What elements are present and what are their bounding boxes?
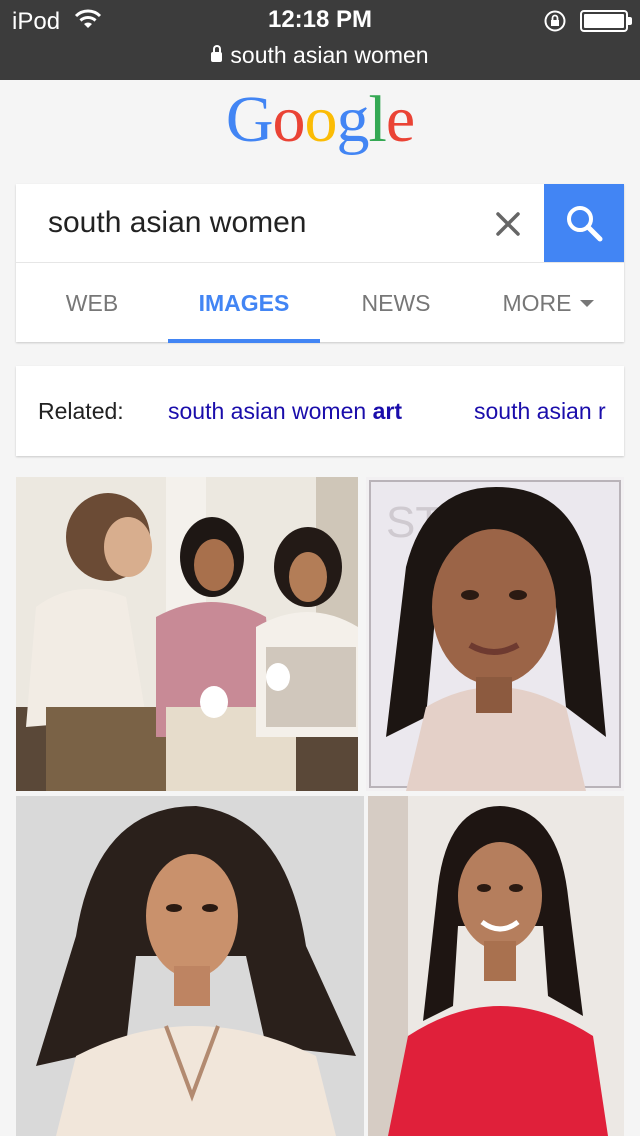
related-searches: Related: south asian women art south asi…: [16, 366, 624, 456]
related-suggestion-text: south asian r: [474, 398, 606, 424]
related-suggestion[interactable]: south asian women art: [168, 398, 402, 425]
photo-portrait-woman-icon: ST: [366, 477, 624, 791]
logo-letter: G: [225, 83, 274, 156]
related-suggestion-bold: art: [372, 398, 402, 424]
image-result[interactable]: [16, 796, 364, 1136]
related-label: Related:: [38, 398, 124, 424]
logo-letter: o: [272, 83, 306, 156]
search-tabs: WEB IMAGES NEWS MORE: [16, 262, 624, 343]
photo-three-women-icon: [16, 477, 358, 791]
clear-search-button[interactable]: [488, 204, 528, 244]
logo-letter: g: [336, 83, 370, 156]
address-bar[interactable]: south asian women: [0, 42, 640, 69]
image-result[interactable]: ST: [366, 477, 624, 791]
image-result[interactable]: [368, 796, 624, 1136]
photo-model-woman-icon: [16, 796, 364, 1136]
rotation-lock-icon: [542, 9, 568, 38]
close-icon: [496, 212, 520, 236]
search-icon: [567, 206, 603, 242]
tab-web[interactable]: WEB: [16, 263, 168, 343]
related-suggestion-text: south asian women: [168, 398, 373, 424]
photo-woman-red-shirt-icon: [368, 796, 624, 1136]
lock-icon: [211, 45, 223, 62]
logo-letter: l: [368, 83, 387, 156]
status-bar: iPod 12:18 PM south asian women: [0, 0, 640, 80]
tab-more[interactable]: MORE: [472, 263, 624, 343]
google-logo[interactable]: Google: [0, 84, 640, 156]
search-card: WEB IMAGES NEWS MORE: [16, 184, 624, 343]
search-input[interactable]: [16, 184, 544, 262]
tab-news[interactable]: NEWS: [320, 263, 472, 343]
image-result[interactable]: [16, 477, 358, 791]
search-button[interactable]: [544, 184, 624, 262]
logo-letter: e: [385, 83, 415, 156]
url-text: south asian women: [230, 42, 429, 68]
caret-down-icon: [579, 300, 594, 307]
related-suggestion[interactable]: south asian r: [474, 398, 606, 425]
logo-letter: o: [304, 83, 338, 156]
battery-icon: [580, 10, 632, 32]
tab-more-label: MORE: [502, 290, 572, 316]
tab-images[interactable]: IMAGES: [168, 263, 320, 343]
